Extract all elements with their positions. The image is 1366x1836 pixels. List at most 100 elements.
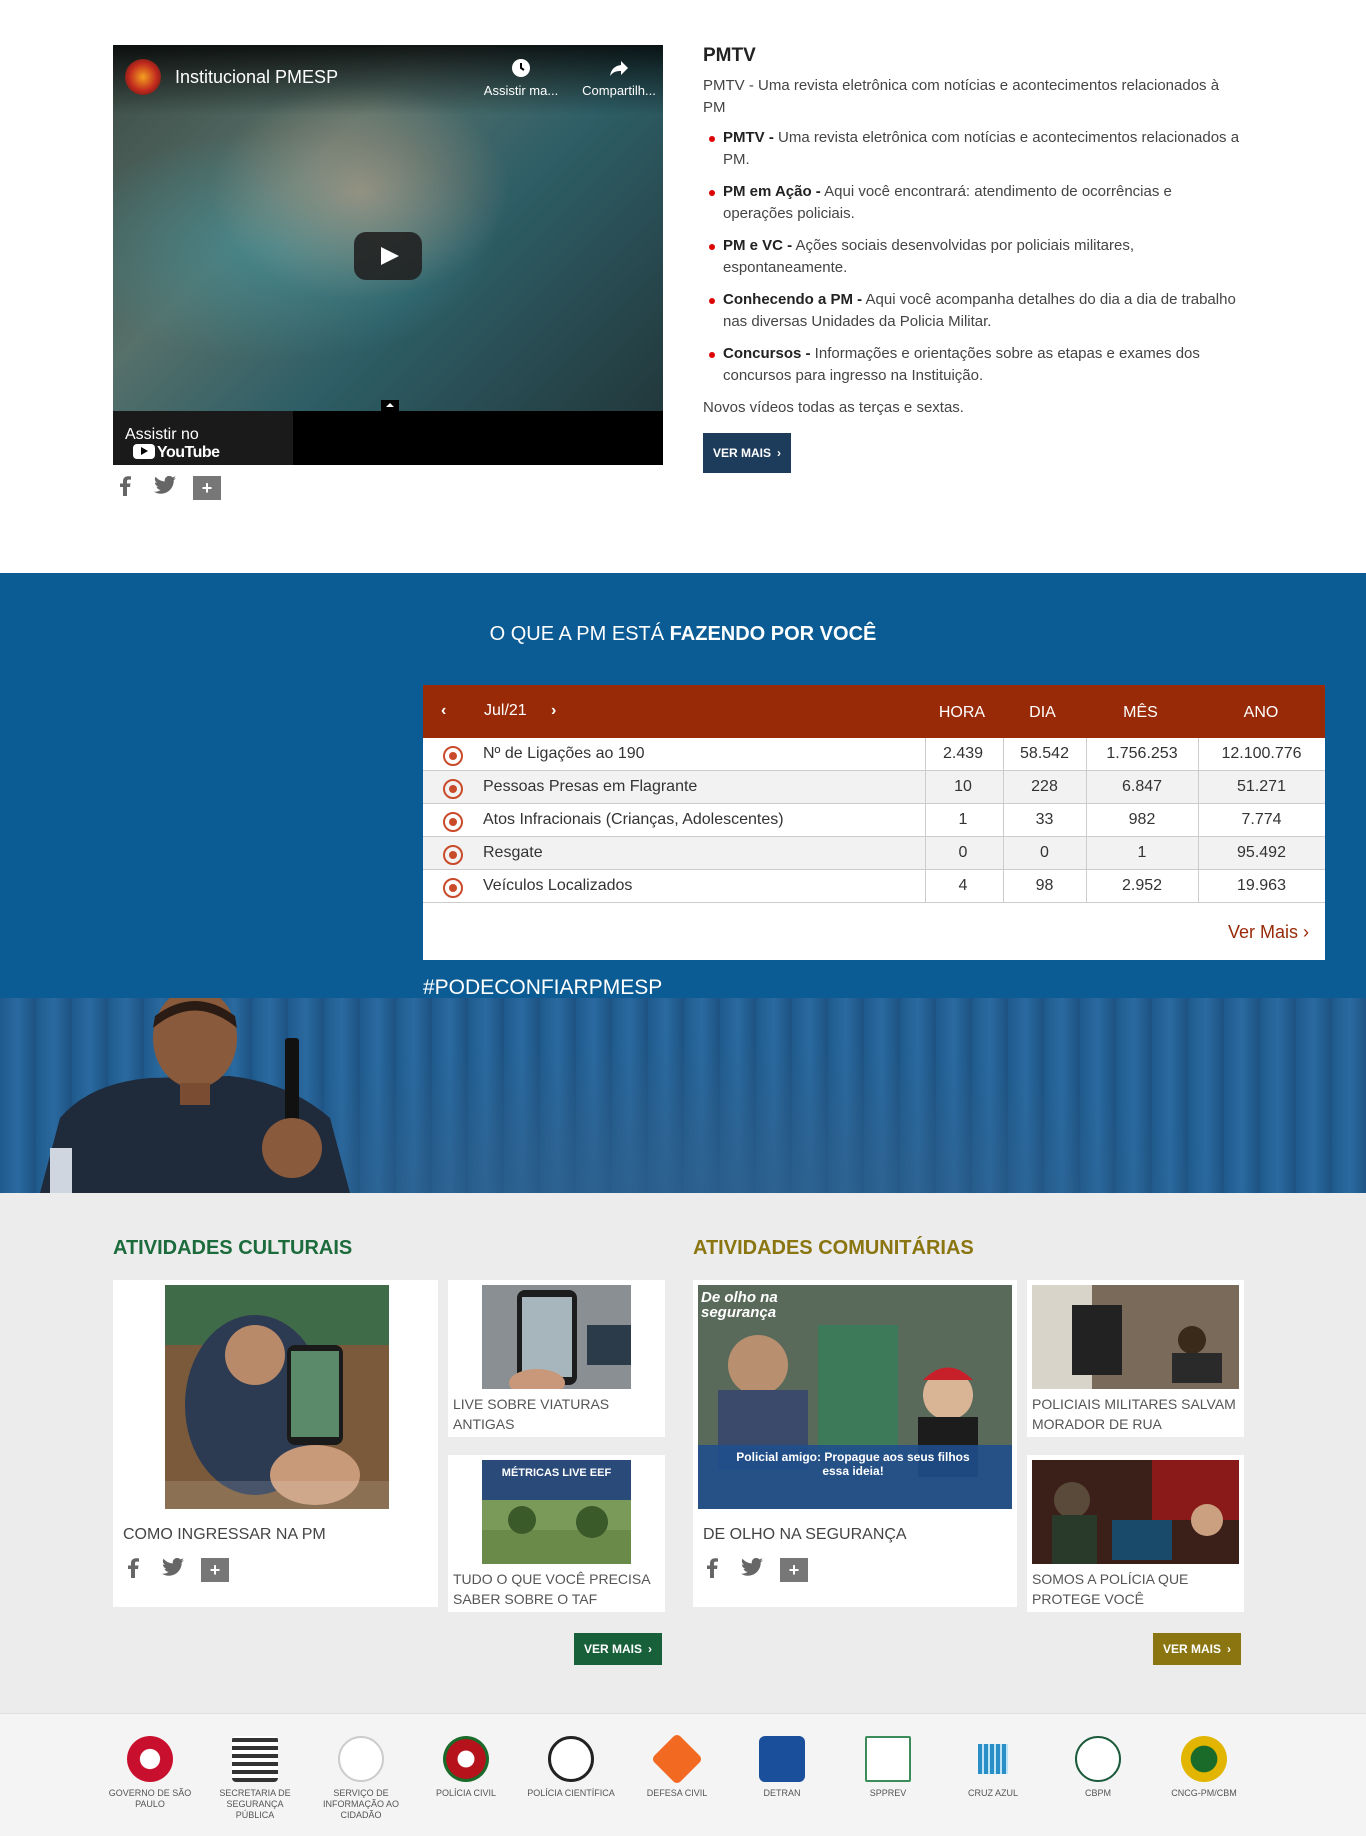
stats-ver-mais-link[interactable]: Ver Mais › <box>1228 922 1309 943</box>
vehicle-icon <box>443 878 463 898</box>
value-mes: 1.756.253 <box>1106 745 1178 762</box>
card-caption: SOMOS A POLÍCIA QUE PROTEGE VOCÊ <box>1032 1571 1189 1607</box>
value-mes: 982 <box>1128 811 1156 828</box>
culturais-side-card[interactable]: MÉTRICAS LIVE EEF TUDO O QUE VOCÊ PRECIS… <box>448 1455 665 1612</box>
cbpm-tree-icon <box>1075 1736 1121 1782</box>
hashtag-link[interactable]: #PODECONFIARPMESP <box>423 976 662 1000</box>
play-button[interactable] <box>354 232 422 280</box>
arrest-icon <box>443 779 463 799</box>
twitter-icon[interactable] <box>740 1557 764 1582</box>
item-title: PM em Ação - <box>723 183 821 200</box>
pmtv-intro: PMTV - Uma revista eletrônica com notíci… <box>703 77 1220 116</box>
logo-label: CBPM <box>1084 1788 1111 1798</box>
list-item: Conhecendo a PM - Aqui você acompanha de… <box>703 289 1243 333</box>
rescue-icon <box>443 845 463 865</box>
stats-table-header: ‹ Jul/21 › HORA DIA MÊS ANO <box>423 685 1325 738</box>
logo-governo-sp[interactable]: GOVERNO DE SÃO PAULO <box>102 1736 198 1810</box>
stats-rows: Nº de Ligações ao 190 2.439 58.542 1.756… <box>423 738 1325 903</box>
more-share-button[interactable]: + <box>780 1558 808 1582</box>
logo-label: POLÍCIA CIVIL <box>435 1788 497 1798</box>
row-label: Nº de Ligações ao 190 <box>483 745 645 762</box>
list-item: PMTV - Uma revista eletrônica com notíci… <box>703 127 1243 171</box>
comunitarias-heading: ATIVIDADES COMUNITÁRIAS <box>693 1237 974 1260</box>
logo-sic-sp[interactable]: SERVIÇO DE INFORMAÇÃO AO CIDADÃO <box>313 1736 409 1821</box>
value-hora: 4 <box>958 877 968 894</box>
youtube-player[interactable]: Institucional PMESP Assistir ma... Compa… <box>113 45 663 465</box>
video-title[interactable]: Institucional PMESP <box>175 67 338 88</box>
heading-light: ATIVIDADES <box>113 1237 239 1259</box>
comunitarias-side-image <box>1032 1460 1239 1564</box>
value-dia: 58.542 <box>1020 745 1069 762</box>
facebook-icon[interactable] <box>700 1558 724 1582</box>
column-mes: MÊS <box>1123 704 1158 721</box>
comunitarias-ver-mais-button[interactable]: VER MAIS › <box>1153 1633 1242 1665</box>
culturais-ver-mais-button[interactable]: VER MAIS › <box>574 1633 663 1665</box>
watch-on-youtube-button[interactable]: Assistir no YouTube <box>113 411 293 465</box>
video-share-bar: + <box>113 475 221 500</box>
comunitarias-image-logo: De olho na segurança <box>701 1289 778 1321</box>
pmtv-ver-mais-button[interactable]: VER MAIS › <box>703 433 792 473</box>
more-share-button[interactable]: + <box>193 476 221 500</box>
facebook-icon[interactable] <box>113 476 137 500</box>
logo-policia-cientifica[interactable]: POLÍCIA CIENTÍFICA <box>523 1736 619 1799</box>
value-mes: 1 <box>1137 844 1147 861</box>
share-video-button[interactable]: Compartilh... <box>573 57 663 98</box>
heading-bold: FAZENDO POR VOCÊ <box>669 623 877 645</box>
logo-label: SERVIÇO DE INFORMAÇÃO AO CIDADÃO <box>322 1788 399 1820</box>
card-caption: POLICIAIS MILITARES SALVAM MORADOR DE RU… <box>1032 1396 1236 1432</box>
youtube-wordmark: YouTube <box>133 444 220 462</box>
cncg-badge-icon <box>1181 1736 1227 1782</box>
value-ano: 7.774 <box>1241 811 1282 828</box>
share-label: Compartilh... <box>582 83 656 98</box>
row-label: Veículos Localizados <box>483 877 633 894</box>
watch-later-button[interactable]: Assistir ma... <box>475 57 567 98</box>
culturais-side-image <box>482 1285 631 1389</box>
twitter-icon[interactable] <box>153 475 177 500</box>
pmtv-section: Institucional PMESP Assistir ma... Compa… <box>0 0 1366 573</box>
logo-policia-civil[interactable]: POLÍCIA CIVIL <box>418 1736 514 1799</box>
logo-detran[interactable]: DETRAN <box>734 1736 830 1799</box>
item-title: Conhecendo a PM - <box>723 291 863 308</box>
value-dia: 33 <box>1035 811 1054 828</box>
channel-logo[interactable] <box>125 59 161 95</box>
month-label: Jul/21 <box>484 702 527 719</box>
column-dia: DIA <box>1029 704 1056 721</box>
comunitarias-side-card[interactable]: SOMOS A POLÍCIA QUE PROTEGE VOCÊ <box>1027 1455 1244 1612</box>
value-ano: 12.100.776 <box>1221 745 1302 762</box>
watch-on-label: Assistir no <box>125 426 199 443</box>
youtube-play-icon <box>133 444 155 459</box>
facebook-icon[interactable] <box>121 1558 145 1582</box>
logo-ssp[interactable]: SECRETARIA DE SEGURANÇA PÚBLICA <box>207 1736 303 1821</box>
comunitarias-side-card[interactable]: POLICIAIS MILITARES SALVAM MORADOR DE RU… <box>1027 1280 1244 1437</box>
logo-cbpm[interactable]: CBPM <box>1050 1736 1146 1799</box>
logo-cncg[interactable]: CNCG-PM/CBM <box>1156 1736 1252 1799</box>
chevron-right-icon: › <box>777 446 782 460</box>
video-top-bar: Institucional PMESP Assistir ma... Compa… <box>113 45 663 115</box>
item-title: PM e VC - <box>723 237 793 254</box>
pmtv-title: PMTV <box>703 45 756 66</box>
logo-cruz-azul[interactable]: CRUZ AZUL <box>945 1736 1041 1799</box>
value-dia: 0 <box>1040 844 1049 861</box>
culturais-side-card[interactable]: LIVE SOBRE VIATURAS ANTIGAS <box>448 1280 665 1437</box>
logo-defesa-civil[interactable]: DEFESA CIVIL <box>629 1732 725 1799</box>
card-caption: TUDO O QUE VOCÊ PRECISA SABER SOBRE O TA… <box>453 1571 650 1607</box>
prev-month-button[interactable]: ‹ <box>441 702 446 720</box>
twitter-icon[interactable] <box>161 1557 185 1582</box>
logo-spprev[interactable]: SPPREV <box>840 1736 936 1799</box>
sic-sp-icon <box>338 1736 384 1782</box>
logo-label: CRUZ AZUL <box>967 1788 1018 1798</box>
cultural-main-image <box>165 1285 389 1509</box>
spprev-icon <box>865 1736 911 1782</box>
next-month-button[interactable]: › <box>551 702 556 720</box>
table-row: Nº de Ligações ao 190 2.439 58.542 1.756… <box>423 738 1325 771</box>
value-ano: 95.492 <box>1237 844 1286 861</box>
expand-icon[interactable] <box>381 400 399 411</box>
value-mes: 2.952 <box>1121 877 1163 894</box>
hashtag-banner[interactable] <box>0 998 1366 1193</box>
logo-label: SPPREV <box>869 1788 907 1798</box>
stats-section: O QUE A PM ESTÁ FAZENDO POR VOCÊ ‹ Jul/2… <box>0 573 1366 998</box>
more-share-button[interactable]: + <box>201 1558 229 1582</box>
detran-icon <box>759 1736 805 1782</box>
logo-label: DETRAN <box>763 1788 801 1798</box>
column-hora: HORA <box>938 704 986 721</box>
